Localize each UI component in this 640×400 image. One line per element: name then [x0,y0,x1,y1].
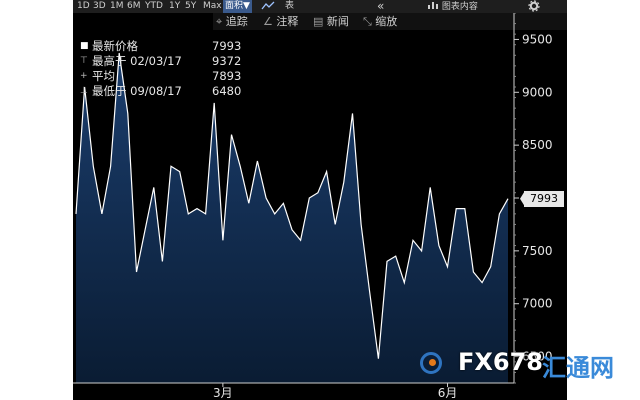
range-5y-button[interactable]: 5Y [183,0,198,13]
table-button[interactable]: 表 [283,0,296,13]
average-marker-icon: + [80,71,88,81]
legend-avg-label: 平均 [92,69,115,83]
chart-content-button[interactable]: 图表内容 [425,0,480,13]
range-max-button[interactable]: Max [201,0,224,13]
y-tick-label: 8500 [522,138,553,152]
chart-content-label: 图表内容 [441,2,478,12]
chart-window: 1D 3D 1M 6M YTD 1Y 5Y Max 面积▼ 表 « 图表内容 ⌖… [73,0,567,400]
toolbar: 1D 3D 1M 6M YTD 1Y 5Y Max 面积▼ 表 « 图表内容 [73,0,567,13]
x-tick-label: 3月 [213,386,233,400]
watermark-cn: 汇通网 [542,354,614,382]
area-chart: 65007000750080008500900095003月6月9月12月 [73,13,553,400]
range-6m-button[interactable]: 6M [125,0,143,13]
low-marker-icon: ⊥ [80,86,88,96]
range-ytd-button[interactable]: YTD [143,0,165,13]
legend-last-label: 最新价格 [92,39,138,53]
watermark-logo: FX678 汇通网 [420,348,630,382]
series-area-fill [76,53,508,383]
legend-high-label: 最高于 02/03/17 [92,54,182,68]
square-icon: ■ [80,41,89,51]
chart-type-dropdown[interactable]: 面积▼ [223,0,252,13]
legend-avg-value: 7893 [212,69,242,83]
legend-low-label: 最低于 09/08/17 [92,84,182,98]
range-3d-button[interactable]: 3D [91,0,108,13]
legend-low-value: 6480 [212,84,242,98]
x-tick-label: 6月 [438,386,458,400]
legend-last-value: 7993 [212,39,242,53]
chart-type-label: 面积 [225,1,244,11]
fx678-logo-icon [420,352,442,374]
line-chart-icon[interactable] [259,0,277,13]
range-1y-button[interactable]: 1Y [167,0,182,13]
range-1m-button[interactable]: 1M [108,0,126,13]
legend-high-value: 9372 [212,54,242,68]
gear-icon[interactable] [526,0,542,13]
y-tick-label: 9500 [522,32,553,46]
chevron-down-icon: ▼ [243,1,250,11]
y-tick-label: 7000 [522,297,553,311]
range-1d-button[interactable]: 1D [75,0,92,13]
y-tick-label: 7500 [522,244,553,258]
high-marker-icon: ⊤ [80,56,88,66]
watermark-brand: FX678 [458,348,543,376]
y-tick-label: 9000 [522,85,553,99]
chart-content-icon [428,2,438,9]
collapse-icon[interactable]: « [375,0,386,13]
last-price-tag: 7993 [524,190,564,207]
